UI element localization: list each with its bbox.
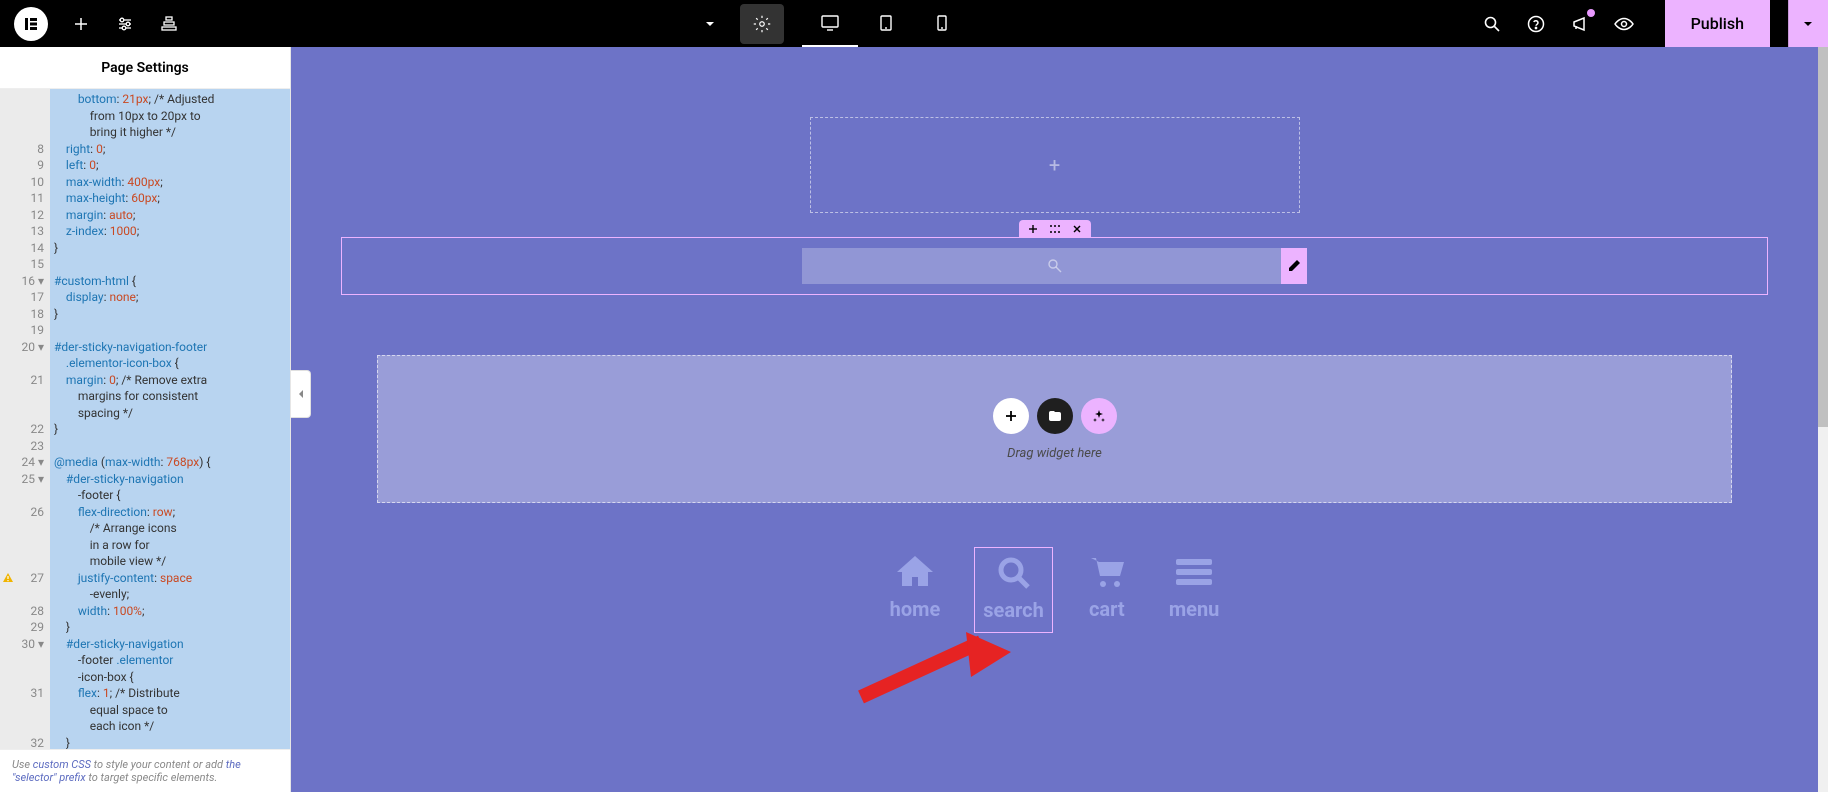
editor-gutter: 8 9 10 11 12 13 14 15 16 ▾ 17 18 19 20 ▾… (0, 89, 50, 749)
css-editor[interactable]: 8 9 10 11 12 13 14 15 16 ▾ 17 18 19 20 ▾… (0, 89, 290, 749)
finder-icon[interactable] (1479, 11, 1505, 37)
widget-placeholder-icon (1047, 258, 1063, 274)
sticky-footer-nav: home search cart menu (291, 553, 1818, 643)
top-bar-right: Publish (1479, 0, 1828, 47)
menu-icon (1174, 553, 1214, 591)
ai-button[interactable] (1081, 398, 1117, 434)
nav-item-home[interactable]: home (890, 553, 941, 623)
empty-section-placeholder[interactable]: + (810, 117, 1300, 213)
custom-css-link[interactable]: custom CSS (33, 758, 91, 771)
notification-dot (1587, 9, 1595, 17)
panel-title: Page Settings (0, 47, 290, 89)
desktop-tab[interactable] (802, 1, 858, 47)
sidebar-panel: Page Settings 8 9 10 11 12 13 14 15 16 ▾… (0, 47, 291, 792)
plus-icon: + (1049, 153, 1060, 177)
drop-zone-text: Drag widget here (1007, 446, 1102, 461)
history-dropdown[interactable] (688, 4, 732, 44)
add-widget-button[interactable] (993, 398, 1029, 434)
tablet-tab[interactable] (858, 1, 914, 47)
selected-section[interactable] (341, 237, 1768, 295)
cart-icon (1087, 553, 1127, 591)
add-section-icon[interactable] (1027, 223, 1039, 235)
top-bar-center (688, 1, 970, 47)
editor-canvas[interactable]: + Drag widget here home (291, 47, 1818, 792)
drop-zone[interactable]: Drag widget here (377, 355, 1732, 503)
top-bar-left (0, 7, 180, 41)
document-settings-button[interactable] (740, 4, 784, 44)
publish-options-dropdown[interactable] (1788, 0, 1828, 47)
search-icon (996, 554, 1032, 592)
help-icon[interactable] (1523, 11, 1549, 37)
scrollbar-thumb[interactable] (1818, 47, 1828, 427)
panel-collapse-handle[interactable] (291, 370, 311, 418)
page-settings-icon[interactable] (114, 13, 136, 35)
canvas-scrollbar[interactable] (1818, 47, 1828, 792)
editor-help-text: Use custom CSS to style your content or … (0, 749, 290, 792)
preview-icon[interactable] (1611, 11, 1637, 37)
nav-item-cart[interactable]: cart (1087, 553, 1127, 623)
publish-button[interactable]: Publish (1665, 0, 1770, 47)
elementor-logo[interactable] (14, 7, 48, 41)
drop-zone-buttons (993, 398, 1117, 434)
template-library-button[interactable] (1037, 398, 1073, 434)
drag-section-icon[interactable] (1049, 223, 1061, 235)
editor-code[interactable]: bottom: 21px; /* Adjusted from 10px to 2… (50, 89, 218, 749)
selected-widget[interactable] (802, 248, 1307, 284)
responsive-tabs (802, 1, 970, 47)
add-element-icon[interactable] (70, 13, 92, 35)
whats-new-icon[interactable] (1567, 11, 1593, 37)
edit-widget-button[interactable] (1281, 248, 1307, 284)
top-bar: Publish (0, 0, 1828, 47)
nav-item-search[interactable]: search (974, 547, 1053, 633)
mobile-tab[interactable] (914, 1, 970, 47)
structure-icon[interactable] (158, 13, 180, 35)
nav-item-menu[interactable]: menu (1169, 553, 1220, 623)
section-handle (1019, 220, 1091, 238)
delete-section-icon[interactable] (1071, 223, 1083, 235)
home-icon (895, 553, 935, 591)
